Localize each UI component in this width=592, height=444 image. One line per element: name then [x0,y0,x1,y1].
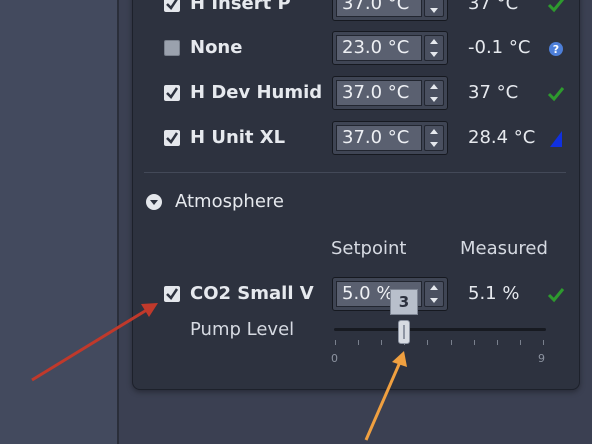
none-measured: -0.1 °C [468,37,531,58]
ok-check-icon [547,87,565,102]
unit-xl-stepper[interactable] [424,125,444,151]
insert-label: H Insert P [190,0,291,14]
none-setpoint-spinbox[interactable]: 23.0 °C [332,31,448,65]
section-divider [144,172,566,173]
unit-xl-checkbox[interactable] [164,130,180,146]
unit-xl-setpoint-value[interactable]: 37.0 °C [336,125,422,151]
insert-measured: 37 °C [468,0,519,14]
co2-stepper[interactable] [424,281,444,307]
pump-level-slider-track[interactable] [334,328,546,331]
ok-check-icon [547,288,565,303]
insert-setpoint-value[interactable]: 37.0 °C [336,0,422,17]
stepper-up-icon[interactable] [430,285,438,290]
co2-checkbox[interactable] [164,286,180,302]
pane-divider[interactable] [117,0,119,444]
ok-check-icon [547,0,565,13]
insert-stepper[interactable] [424,0,444,17]
slider-tick [335,340,336,345]
temp-row-dev-humid: H Dev Humid 37.0 °C 37 °C [160,76,580,112]
unit-xl-setpoint-spinbox[interactable]: 37.0 °C [332,121,448,155]
check-icon [166,132,179,144]
insert-checkbox[interactable] [164,0,180,12]
pump-level-label: Pump Level [190,319,295,340]
stepper-down-icon[interactable] [430,8,438,13]
stepper-up-icon[interactable] [430,129,438,134]
stepper-down-icon[interactable] [430,142,438,147]
dev-humid-checkbox[interactable] [164,85,180,101]
dev-humid-setpoint-value[interactable]: 37.0 °C [336,80,422,106]
none-stepper[interactable] [424,35,444,61]
none-setpoint-value[interactable]: 23.0 °C [336,35,422,61]
insert-setpoint-spinbox[interactable]: 37.0 °C [332,0,448,21]
slider-tick [496,340,498,345]
slider-tick [450,340,452,345]
slider-tick [381,340,383,345]
dev-humid-stepper[interactable] [424,80,444,106]
dev-humid-measured: 37 °C [468,82,519,103]
pump-level-slider-thumb[interactable] [398,320,411,344]
check-icon [166,87,179,99]
stepper-down-icon[interactable] [430,97,438,102]
co2-row: CO2 Small V 5.0 % 5.1 % [160,277,580,313]
check-icon [166,288,179,300]
svg-text:?: ? [553,43,559,56]
dev-humid-setpoint-spinbox[interactable]: 37.0 °C [332,76,448,110]
dev-humid-label: H Dev Humid [190,82,323,103]
slider-tick [543,340,544,345]
slider-tick [519,340,521,345]
slider-value-tooltip: 3 [390,289,418,315]
slider-tick [358,340,360,345]
collapse-chevron-icon[interactable] [146,194,162,210]
slider-tick [473,340,475,345]
heating-warning-icon [550,131,562,147]
co2-label: CO2 Small V [190,283,314,304]
check-icon [166,0,178,10]
left-pane [0,0,118,444]
stepper-down-icon[interactable] [430,298,438,303]
stepper-up-icon[interactable] [430,84,438,89]
slider-min-label: 0 [331,352,338,365]
temp-row-none: None 23.0 °C -0.1 °C ? [160,31,580,67]
stepper-up-icon[interactable] [430,39,438,44]
slider-max-label: 9 [538,352,545,365]
none-label: None [190,37,243,58]
slider-tick [427,340,429,345]
temp-row-insert: H Insert P 37.0 °C 37 °C [160,0,580,23]
info-icon: ? [549,42,563,56]
temp-row-unit-xl: H Unit XL 37.0 °C 28.4 °C [160,121,580,157]
co2-measured: 5.1 % [468,283,520,304]
atmosphere-section-header[interactable]: Atmosphere [146,191,446,215]
none-checkbox[interactable] [164,40,180,56]
atmosphere-title: Atmosphere [175,191,284,212]
measured-header: Measured [460,238,548,259]
setpoint-header: Setpoint [331,238,407,259]
stepper-down-icon[interactable] [430,52,438,57]
unit-xl-measured: 28.4 °C [468,127,536,148]
unit-xl-label: H Unit XL [190,127,286,148]
